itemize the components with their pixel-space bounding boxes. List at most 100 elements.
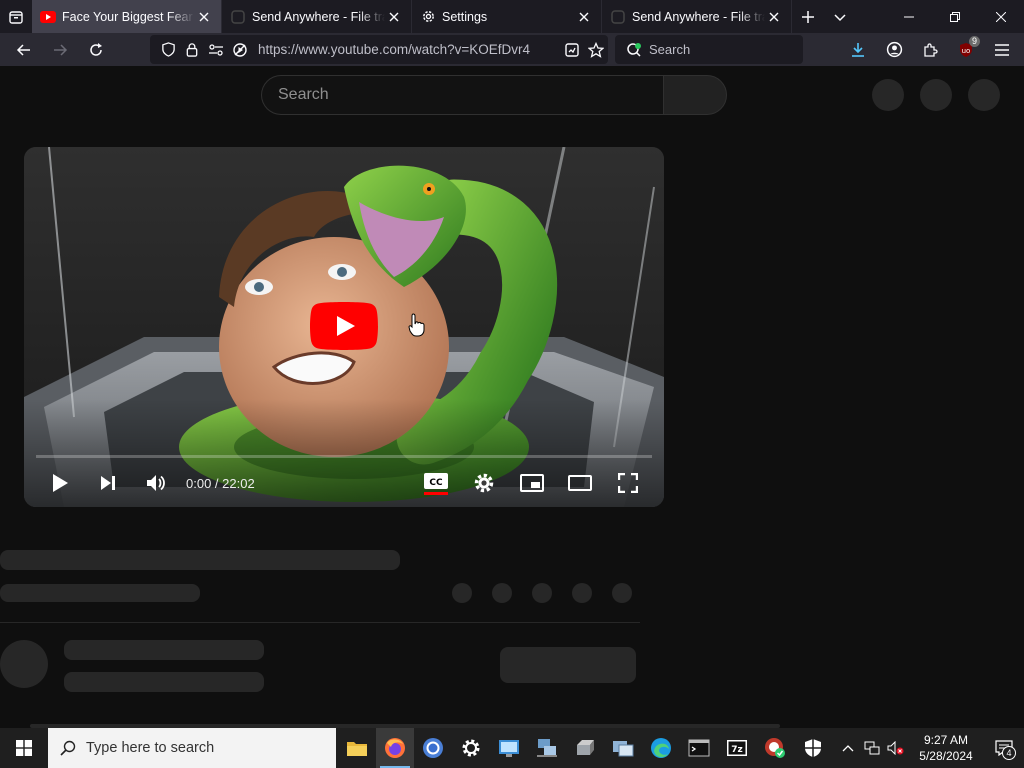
network-tray-button[interactable] (860, 728, 884, 768)
search-icon (60, 740, 76, 756)
svg-text:CC: CC (429, 478, 443, 488)
tab-youtube[interactable]: Face Your Biggest Fear To (32, 0, 222, 33)
list-all-tabs-button[interactable] (0, 0, 32, 33)
reload-button[interactable] (78, 35, 114, 65)
volume-button[interactable] (132, 463, 180, 503)
terminal-icon (688, 739, 710, 757)
disk-drive-icon (577, 740, 594, 755)
video-player[interactable]: 0:00 / 22:02 CC (24, 147, 664, 507)
close-icon[interactable] (385, 8, 403, 26)
youtube-search-input[interactable]: Search (261, 75, 663, 115)
downloads-button[interactable] (840, 35, 876, 65)
remote-desktop-app[interactable] (604, 728, 642, 768)
avatar[interactable] (968, 79, 1000, 111)
tab-send-anywhere-2[interactable]: Send Anywhere - File tran (602, 0, 792, 33)
play-button[interactable] (36, 463, 84, 503)
chevron-down-icon (834, 13, 846, 21)
close-icon[interactable] (575, 8, 593, 26)
miniplayer-icon (520, 474, 544, 492)
title-placeholder (0, 550, 400, 570)
youtube-icon (40, 9, 56, 25)
settings-app[interactable] (452, 728, 490, 768)
play-button-large[interactable] (310, 302, 378, 350)
notification-count: 4 (1002, 746, 1016, 760)
skip-next-icon (101, 476, 115, 490)
close-window-button[interactable] (978, 0, 1024, 33)
new-tab-button[interactable] (792, 0, 824, 33)
volume-tray-button[interactable] (884, 728, 908, 768)
chevron-up-icon (842, 745, 854, 752)
action-placeholder (492, 583, 512, 603)
video-progress-bar[interactable] (36, 455, 652, 458)
edge-icon (651, 738, 671, 758)
extensions-button[interactable] (912, 35, 948, 65)
close-icon[interactable] (195, 8, 213, 26)
tab-title: Send Anywhere - File tran (252, 9, 385, 24)
lock-icon[interactable] (180, 38, 204, 62)
windows-icon (16, 740, 32, 756)
show-hidden-icons-button[interactable] (836, 728, 860, 768)
taskbar-search-input[interactable]: Type here to search (48, 728, 336, 768)
reader-view-icon[interactable] (560, 38, 584, 62)
restore-button[interactable] (932, 0, 978, 33)
autoplay-blocked-icon[interactable] (228, 38, 252, 62)
tab-send-anywhere-1[interactable]: Send Anywhere - File tran (222, 0, 412, 33)
tab-settings[interactable]: Settings (412, 0, 602, 33)
clock-date: 5/28/2024 (919, 749, 973, 763)
download-icon (852, 42, 864, 57)
clock[interactable]: 9:27 AM 5/28/2024 (908, 732, 984, 764)
browser-search-placeholder: Search (649, 42, 691, 57)
start-button[interactable] (0, 728, 48, 768)
next-button[interactable] (84, 463, 132, 503)
account-icon (886, 41, 902, 58)
ublock-origin-button[interactable]: uo 9 (948, 35, 984, 65)
utility-app[interactable] (756, 728, 794, 768)
permissions-icon[interactable] (204, 38, 228, 62)
minimize-icon (904, 16, 914, 17)
star-icon[interactable] (584, 38, 608, 62)
search-engine-icon (625, 41, 643, 59)
youtube-search-button[interactable] (663, 75, 727, 115)
notifications-button[interactable] (920, 79, 952, 111)
shield-icon[interactable] (156, 38, 180, 62)
fullscreen-button[interactable] (604, 463, 652, 503)
channel-avatar-placeholder (0, 640, 48, 688)
7zip-app[interactable]: 7z (718, 728, 756, 768)
tab-title: Face Your Biggest Fear To (62, 9, 195, 24)
tab-overflow-button[interactable] (824, 0, 856, 33)
control-panel-app[interactable] (490, 728, 528, 768)
theater-mode-button[interactable] (556, 463, 604, 503)
7zip-icon: 7z (727, 740, 747, 756)
network-app[interactable] (528, 728, 566, 768)
control-panel-icon (499, 740, 519, 757)
menu-button[interactable] (984, 35, 1020, 65)
send-anywhere-icon (610, 9, 626, 25)
account-button[interactable] (876, 35, 912, 65)
browser-search-bar[interactable]: Search (615, 35, 803, 64)
close-icon[interactable] (765, 8, 783, 26)
url-text[interactable]: https://www.youtube.com/watch?v=KOEfDvr4 (258, 42, 560, 57)
edge-app[interactable] (642, 728, 680, 768)
gear-icon (462, 739, 480, 757)
youtube-page: Search 0:00 / 22:02 CC (0, 66, 1024, 728)
subscribe-placeholder (500, 647, 636, 683)
url-bar[interactable]: https://www.youtube.com/watch?v=KOEfDvr4 (150, 35, 608, 64)
file-explorer-app[interactable] (338, 728, 376, 768)
tab-title: Send Anywhere - File tran (632, 9, 765, 24)
miniplayer-button[interactable] (508, 463, 556, 503)
settings-button[interactable] (460, 463, 508, 503)
action-center-button[interactable]: 4 (984, 728, 1024, 768)
back-button[interactable] (6, 35, 42, 65)
drive-app[interactable] (566, 728, 604, 768)
plus-icon (802, 10, 814, 23)
tab-title: Settings (442, 9, 488, 24)
chrome-app[interactable] (414, 728, 452, 768)
security-app[interactable] (794, 728, 832, 768)
subtitles-button[interactable]: CC (412, 463, 460, 503)
create-button[interactable] (872, 79, 904, 111)
forward-button[interactable] (42, 35, 78, 65)
terminal-app[interactable] (680, 728, 718, 768)
close-icon (996, 11, 1006, 22)
firefox-app[interactable] (376, 728, 414, 768)
minimize-button[interactable] (886, 0, 932, 33)
